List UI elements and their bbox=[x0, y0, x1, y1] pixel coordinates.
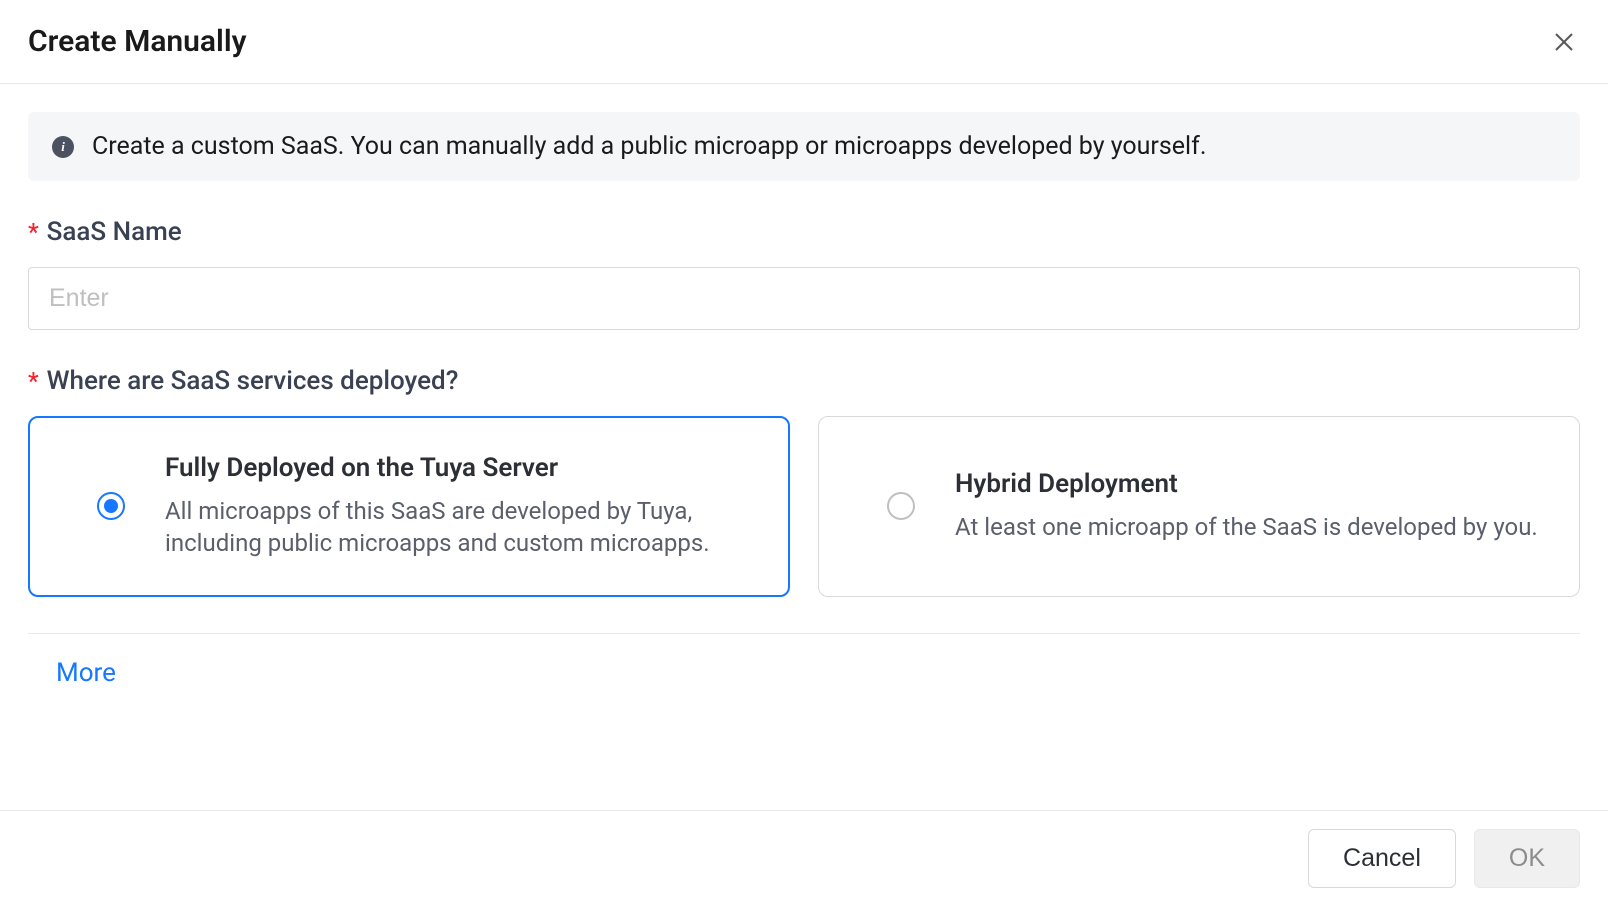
deployment-option-title: Fully Deployed on the Tuya Server bbox=[165, 453, 753, 483]
modal-title: Create Manually bbox=[28, 24, 247, 59]
deployment-option-desc: All microapps of this SaaS are developed… bbox=[165, 495, 753, 560]
radio-inner bbox=[104, 499, 118, 513]
create-manually-modal: Create Manually i Create a custom SaaS. … bbox=[0, 0, 1608, 906]
required-asterisk: * bbox=[28, 367, 39, 395]
close-button[interactable] bbox=[1548, 26, 1580, 58]
deployment-option-tuya[interactable]: Fully Deployed on the Tuya Server All mi… bbox=[28, 416, 790, 597]
info-icon: i bbox=[52, 136, 74, 158]
more-link[interactable]: More bbox=[28, 658, 116, 688]
required-asterisk: * bbox=[28, 218, 39, 246]
deployment-option-texts: Fully Deployed on the Tuya Server All mi… bbox=[165, 453, 753, 560]
radio-icon bbox=[97, 492, 125, 520]
modal-body: i Create a custom SaaS. You can manually… bbox=[0, 84, 1608, 810]
deployment-option-hybrid[interactable]: Hybrid Deployment At least one microapp … bbox=[818, 416, 1580, 597]
deployment-label: Where are SaaS services deployed? bbox=[47, 366, 459, 396]
info-banner: i Create a custom SaaS. You can manually… bbox=[28, 112, 1580, 181]
ok-button[interactable]: OK bbox=[1474, 829, 1580, 888]
radio-inner bbox=[894, 499, 908, 513]
deployment-option-desc: At least one microapp of the SaaS is dev… bbox=[955, 511, 1543, 543]
saas-name-field: * SaaS Name bbox=[28, 217, 1580, 330]
deployment-option-texts: Hybrid Deployment At least one microapp … bbox=[955, 469, 1543, 543]
saas-name-label: SaaS Name bbox=[47, 217, 182, 247]
modal-header: Create Manually bbox=[0, 0, 1608, 84]
divider bbox=[28, 633, 1580, 634]
deployment-field: * Where are SaaS services deployed? Full… bbox=[28, 366, 1580, 597]
info-text: Create a custom SaaS. You can manually a… bbox=[92, 132, 1206, 161]
saas-name-input[interactable] bbox=[28, 267, 1580, 330]
deployment-label-row: * Where are SaaS services deployed? bbox=[28, 366, 1580, 396]
radio-icon bbox=[887, 492, 915, 520]
saas-name-label-row: * SaaS Name bbox=[28, 217, 1580, 247]
modal-footer: Cancel OK bbox=[0, 810, 1608, 906]
deployment-options: Fully Deployed on the Tuya Server All mi… bbox=[28, 416, 1580, 597]
close-icon bbox=[1552, 30, 1576, 54]
cancel-button[interactable]: Cancel bbox=[1308, 829, 1456, 888]
deployment-option-title: Hybrid Deployment bbox=[955, 469, 1543, 499]
